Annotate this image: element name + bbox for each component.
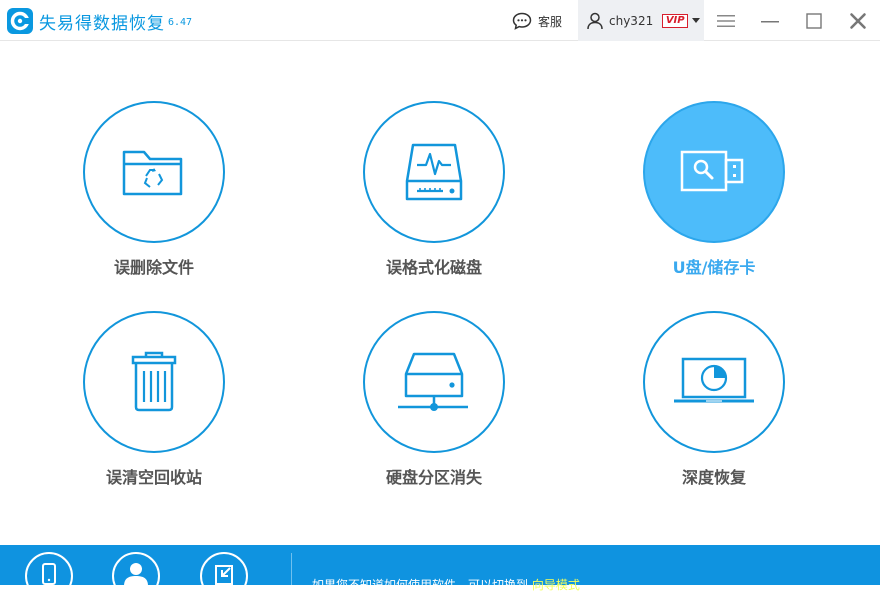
tile-circle: [363, 101, 505, 243]
person-icon: [124, 563, 148, 586]
title-bar: 失易得数据恢复 6.47 客服 chy321 VIP: [0, 0, 880, 41]
username: chy321: [609, 13, 654, 28]
tile-circle: [83, 101, 225, 243]
trash-bin-icon: [131, 351, 177, 412]
tile-label: 误删除文件: [113, 258, 194, 277]
tile-deep-recovery[interactable]: 深度恢复: [614, 311, 814, 511]
hard-drive-pulse-icon: [405, 143, 463, 201]
phone-icon: [42, 563, 56, 585]
tile-recycle-bin[interactable]: 误清空回收站: [54, 311, 254, 511]
close-icon[interactable]: [848, 11, 868, 31]
tile-label: 误清空回收站: [105, 468, 202, 487]
tile-circle: [643, 101, 785, 243]
footer-bar: 如果您不知道如何使用软件，可以切换到 向导模式: [0, 545, 880, 600]
chevron-down-icon[interactable]: [692, 18, 701, 23]
network-drive-icon: [398, 352, 468, 411]
phone-recovery-button[interactable]: [25, 552, 73, 600]
app-logo-icon: [7, 8, 33, 34]
chat-bubble-icon: [512, 12, 532, 30]
app-version: 6.47: [168, 17, 193, 28]
customer-service-button[interactable]: 客服: [512, 10, 562, 32]
footer-divider: [291, 553, 292, 585]
export-button[interactable]: [200, 552, 248, 600]
tile-label: U盘/储存卡: [672, 258, 756, 277]
laptop-disk-icon: [674, 357, 754, 403]
tile-circle: [363, 311, 505, 453]
tile-formatted-disk[interactable]: 误格式化磁盘: [334, 101, 534, 301]
user-center-button[interactable]: [112, 552, 160, 600]
menu-icon[interactable]: [716, 11, 736, 31]
tile-label: 深度恢复: [681, 468, 746, 487]
account-menu[interactable]: chy321 VIP: [578, 0, 704, 41]
tile-usb-card[interactable]: U盘/储存卡: [614, 101, 814, 301]
user-icon: [587, 12, 603, 29]
support-label: 客服: [538, 14, 563, 29]
wizard-mode-link[interactable]: 向导模式: [532, 578, 580, 592]
tile-circle: [643, 311, 785, 453]
maximize-icon[interactable]: [804, 11, 824, 31]
tile-label: 硬盘分区消失: [385, 468, 482, 487]
usb-drive-icon: [680, 150, 744, 192]
app-title: 失易得数据恢复: [39, 14, 165, 34]
tile-deleted-files[interactable]: 误删除文件: [54, 101, 254, 301]
minimize-icon[interactable]: [760, 11, 780, 31]
export-icon: [215, 565, 233, 585]
folder-recycle-icon: [122, 150, 183, 196]
tile-label: 误格式化磁盘: [385, 258, 482, 277]
footer-hint-text: 如果您不知道如何使用软件，可以切换到: [312, 578, 529, 592]
tile-circle: [83, 311, 225, 453]
vip-badge: VIP: [662, 13, 689, 28]
tile-lost-partition[interactable]: 硬盘分区消失: [334, 311, 534, 511]
